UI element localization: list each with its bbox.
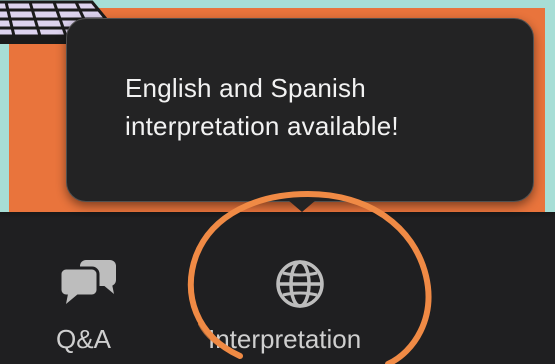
interpretation-button[interactable]: Interpretation bbox=[196, 252, 406, 364]
chat-bubbles-icon bbox=[58, 260, 116, 304]
qa-button-label: Q&A bbox=[56, 324, 111, 354]
tooltip-message: English and Spanish interpretation avail… bbox=[125, 73, 399, 141]
interpretation-button-label: Interpretation bbox=[208, 324, 362, 354]
qa-button[interactable]: Q&A bbox=[42, 252, 134, 364]
interpretation-tooltip: English and Spanish interpretation avail… bbox=[66, 18, 534, 202]
tooltip-arrow bbox=[288, 200, 316, 212]
globe-icon bbox=[276, 260, 324, 308]
toolbar-divider bbox=[0, 212, 555, 218]
